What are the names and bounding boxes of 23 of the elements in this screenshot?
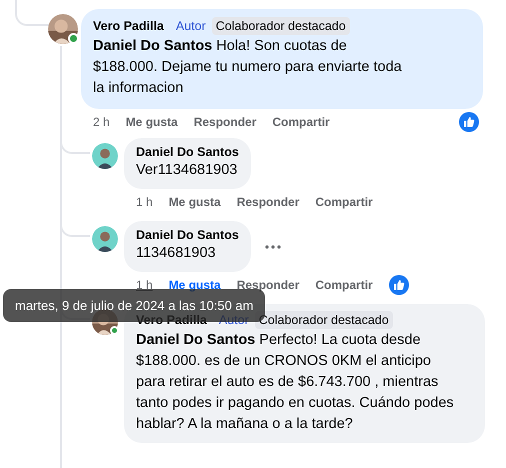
author-label: Autor xyxy=(176,19,206,33)
action-link[interactable]: Responder xyxy=(194,115,256,129)
comment-text: 1134681903 xyxy=(136,244,217,263)
action-link[interactable]: Responder xyxy=(236,195,300,209)
action-link[interactable]: Compartir xyxy=(315,195,373,209)
action-link[interactable]: Compartir xyxy=(315,278,373,292)
contributor-badge: Colaborador destacado xyxy=(254,311,393,329)
comment-text: Daniel Do Santos Perfecto! La cuota desde $188.000. es de un CRONOS 0KM el anticipo para retirar el auto es de $6.743.700 , mientras tanto podes ir pagando en cuotas. Cuándo podes hablar? A la mañana o a la tarde? xyxy=(136,331,455,434)
author-name[interactable]: Daniel Do Santos xyxy=(136,228,239,242)
comment-time[interactable]: 1 h xyxy=(136,278,153,292)
action-link[interactable]: Responder xyxy=(236,278,300,292)
author-name[interactable]: Daniel Do Santos xyxy=(136,145,239,159)
contributor-badge: Colaborador destacado xyxy=(212,17,350,35)
author-name[interactable]: Vero Padilla xyxy=(93,19,164,33)
more-icon[interactable] xyxy=(264,244,281,248)
comment-text: Ver1134681903 xyxy=(136,161,238,180)
comment-time[interactable]: 1 h xyxy=(136,195,153,209)
action-link[interactable]: Me gusta xyxy=(168,195,221,209)
comment-text: Daniel Do Santos Hola! Son cuotas de $188.000. Dejame tu numero para enviarte toda la informacion xyxy=(93,37,403,98)
action-link[interactable]: Me gusta xyxy=(168,278,221,292)
comment-time[interactable]: 2 h xyxy=(93,115,110,129)
action-link[interactable]: Me gusta xyxy=(126,115,178,129)
action-link[interactable]: Compartir xyxy=(272,115,330,129)
